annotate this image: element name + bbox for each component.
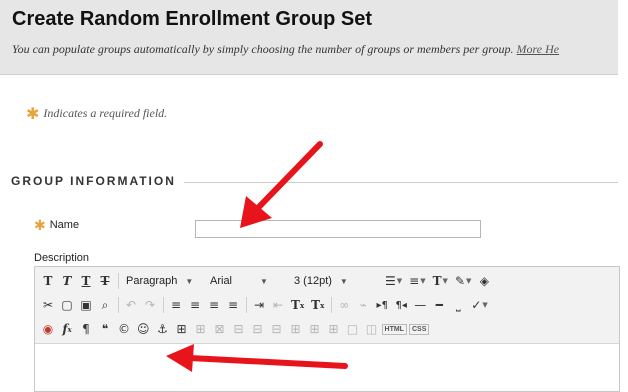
- col-before-icon[interactable]: ⊞: [287, 319, 305, 339]
- table-delete-icon[interactable]: ⊠: [211, 319, 229, 339]
- size-select[interactable]: 3 (12pt) ▼: [290, 272, 378, 290]
- toolbar-separator: [331, 297, 333, 313]
- bullet-list-icon[interactable]: ☰ ▼: [382, 271, 405, 291]
- page-header: Create Random Enrollment Group Set You c…: [0, 0, 618, 75]
- align-left-icon[interactable]: ≡: [167, 295, 185, 315]
- anchor-icon[interactable]: ⚓: [154, 319, 172, 339]
- nonbreaking-space-icon[interactable]: ⎵: [449, 295, 467, 315]
- create-group-set-page: Create Random Enrollment Group Set You c…: [0, 0, 628, 392]
- toolbar-separator: [246, 297, 247, 313]
- align-right-icon[interactable]: ≡: [205, 295, 223, 315]
- eraser-icon[interactable]: ◈: [475, 271, 493, 291]
- highlight-icon[interactable]: ✎ ▼: [452, 271, 474, 291]
- toolbar-separator: [163, 297, 164, 313]
- required-star-icon: ✱: [34, 218, 46, 234]
- toolbar-row-3: ◉ fx ¶ ❝ © ☺ ⚓ ⊞ ⊞ ⊠ ⊟ ⊟ ⊟ ⊞ ⊞ ⊞ □ ◫ HTM…: [39, 317, 623, 341]
- paste-icon[interactable]: ▣: [77, 295, 95, 315]
- chevron-down-icon: ▼: [339, 276, 348, 286]
- strikethrough-icon[interactable]: T: [96, 271, 114, 291]
- html-button[interactable]: HTML: [381, 323, 407, 335]
- text-color-icon[interactable]: T ▼: [430, 271, 451, 291]
- cut-icon[interactable]: ✂: [39, 295, 57, 315]
- red-arrow-icon: [240, 141, 323, 228]
- font-select-value: Arial: [210, 275, 233, 287]
- required-note-text: Indicates a required field.: [43, 106, 168, 120]
- toolbar-row-1: T T T T Paragraph ▼ Arial ▼ 3 (12pt) ▼ ☰ ▼ ≡…: [39, 269, 623, 293]
- table-icon[interactable]: ⊞: [173, 319, 191, 339]
- indent-icon[interactable]: ⇥: [250, 295, 268, 315]
- red-arrow-icon: [166, 344, 348, 372]
- align-justify-icon[interactable]: ≡: [224, 295, 242, 315]
- superscript-icon[interactable]: Tx: [288, 295, 307, 315]
- format-select-value: Paragraph: [126, 275, 178, 287]
- section-title: GROUP INFORMATION: [11, 174, 176, 188]
- italic-icon[interactable]: T: [58, 271, 76, 291]
- name-label: Name: [49, 219, 80, 231]
- subtitle-text: You can populate groups automatically by…: [12, 42, 514, 56]
- row-delete-icon[interactable]: ⊟: [268, 319, 286, 339]
- link-icon[interactable]: ∞: [335, 295, 353, 315]
- copyright-icon[interactable]: ©: [115, 319, 133, 339]
- ltr-icon[interactable]: ▸¶: [373, 295, 391, 315]
- unlink-icon[interactable]: ⌁: [354, 295, 372, 315]
- col-after-icon[interactable]: ⊞: [306, 319, 324, 339]
- paragraph-mark-icon[interactable]: ¶: [77, 319, 95, 339]
- size-select-value: 3 (12pt): [294, 275, 332, 287]
- rtl-icon[interactable]: ¶◂: [392, 295, 410, 315]
- row-before-icon[interactable]: ⊟: [230, 319, 248, 339]
- editor-toolbar: T T T T Paragraph ▼ Arial ▼ 3 (12pt) ▼ ☰ ▼ ≡…: [35, 267, 619, 344]
- spellcheck-icon[interactable]: ✓ ▼: [468, 295, 490, 315]
- numbered-list-icon[interactable]: ≡ ▼: [406, 271, 428, 291]
- description-label: Description: [34, 252, 90, 264]
- name-label-row: ✱ Name: [34, 218, 79, 234]
- redo-icon[interactable]: ↷: [141, 295, 159, 315]
- font-select[interactable]: Arial ▼: [206, 272, 286, 290]
- table-props-icon[interactable]: ⊞: [192, 319, 210, 339]
- outdent-icon[interactable]: ⇤: [269, 295, 287, 315]
- page-title: Create Random Enrollment Group Set: [12, 8, 373, 30]
- undo-icon[interactable]: ↶: [122, 295, 140, 315]
- subscript-icon[interactable]: Tx: [308, 295, 327, 315]
- divider-icon[interactable]: ━: [430, 295, 448, 315]
- underline-icon[interactable]: T: [77, 271, 95, 291]
- horizontal-rule-icon[interactable]: —: [411, 295, 429, 315]
- emoticon-icon[interactable]: ☺: [134, 319, 153, 339]
- find-icon[interactable]: ⌕: [96, 295, 114, 315]
- chevron-down-icon: ▼: [260, 276, 268, 286]
- record-icon[interactable]: ◉: [39, 319, 57, 339]
- toolbar-separator: [118, 273, 119, 289]
- toolbar-separator: [118, 297, 119, 313]
- more-help-link[interactable]: More He: [517, 42, 560, 56]
- merge-cells-icon[interactable]: □: [344, 319, 362, 339]
- required-star-icon: ✱: [26, 104, 40, 123]
- blockquote-icon[interactable]: ❝: [96, 319, 114, 339]
- copy-icon[interactable]: ▢: [58, 295, 76, 315]
- chevron-down-icon: ▼: [185, 276, 194, 286]
- css-button[interactable]: CSS: [408, 323, 430, 335]
- split-cells-icon[interactable]: ◫: [363, 319, 381, 339]
- math-icon[interactable]: fx: [58, 319, 76, 339]
- row-after-icon[interactable]: ⊟: [249, 319, 267, 339]
- toolbar-row-2: ✂ ▢ ▣ ⌕ ↶ ↷ ≡ ≡ ≡ ≡ ⇥ ⇤ Tx Tx ∞ ⌁ ▸¶ ¶◂ …: [39, 293, 623, 317]
- align-center-icon[interactable]: ≡: [186, 295, 204, 315]
- format-select[interactable]: Paragraph ▼: [122, 272, 202, 290]
- bold-icon[interactable]: T: [39, 271, 57, 291]
- page-subtitle: You can populate groups automatically by…: [12, 42, 559, 57]
- col-delete-icon[interactable]: ⊞: [325, 319, 343, 339]
- required-field-note: ✱ Indicates a required field.: [26, 104, 167, 123]
